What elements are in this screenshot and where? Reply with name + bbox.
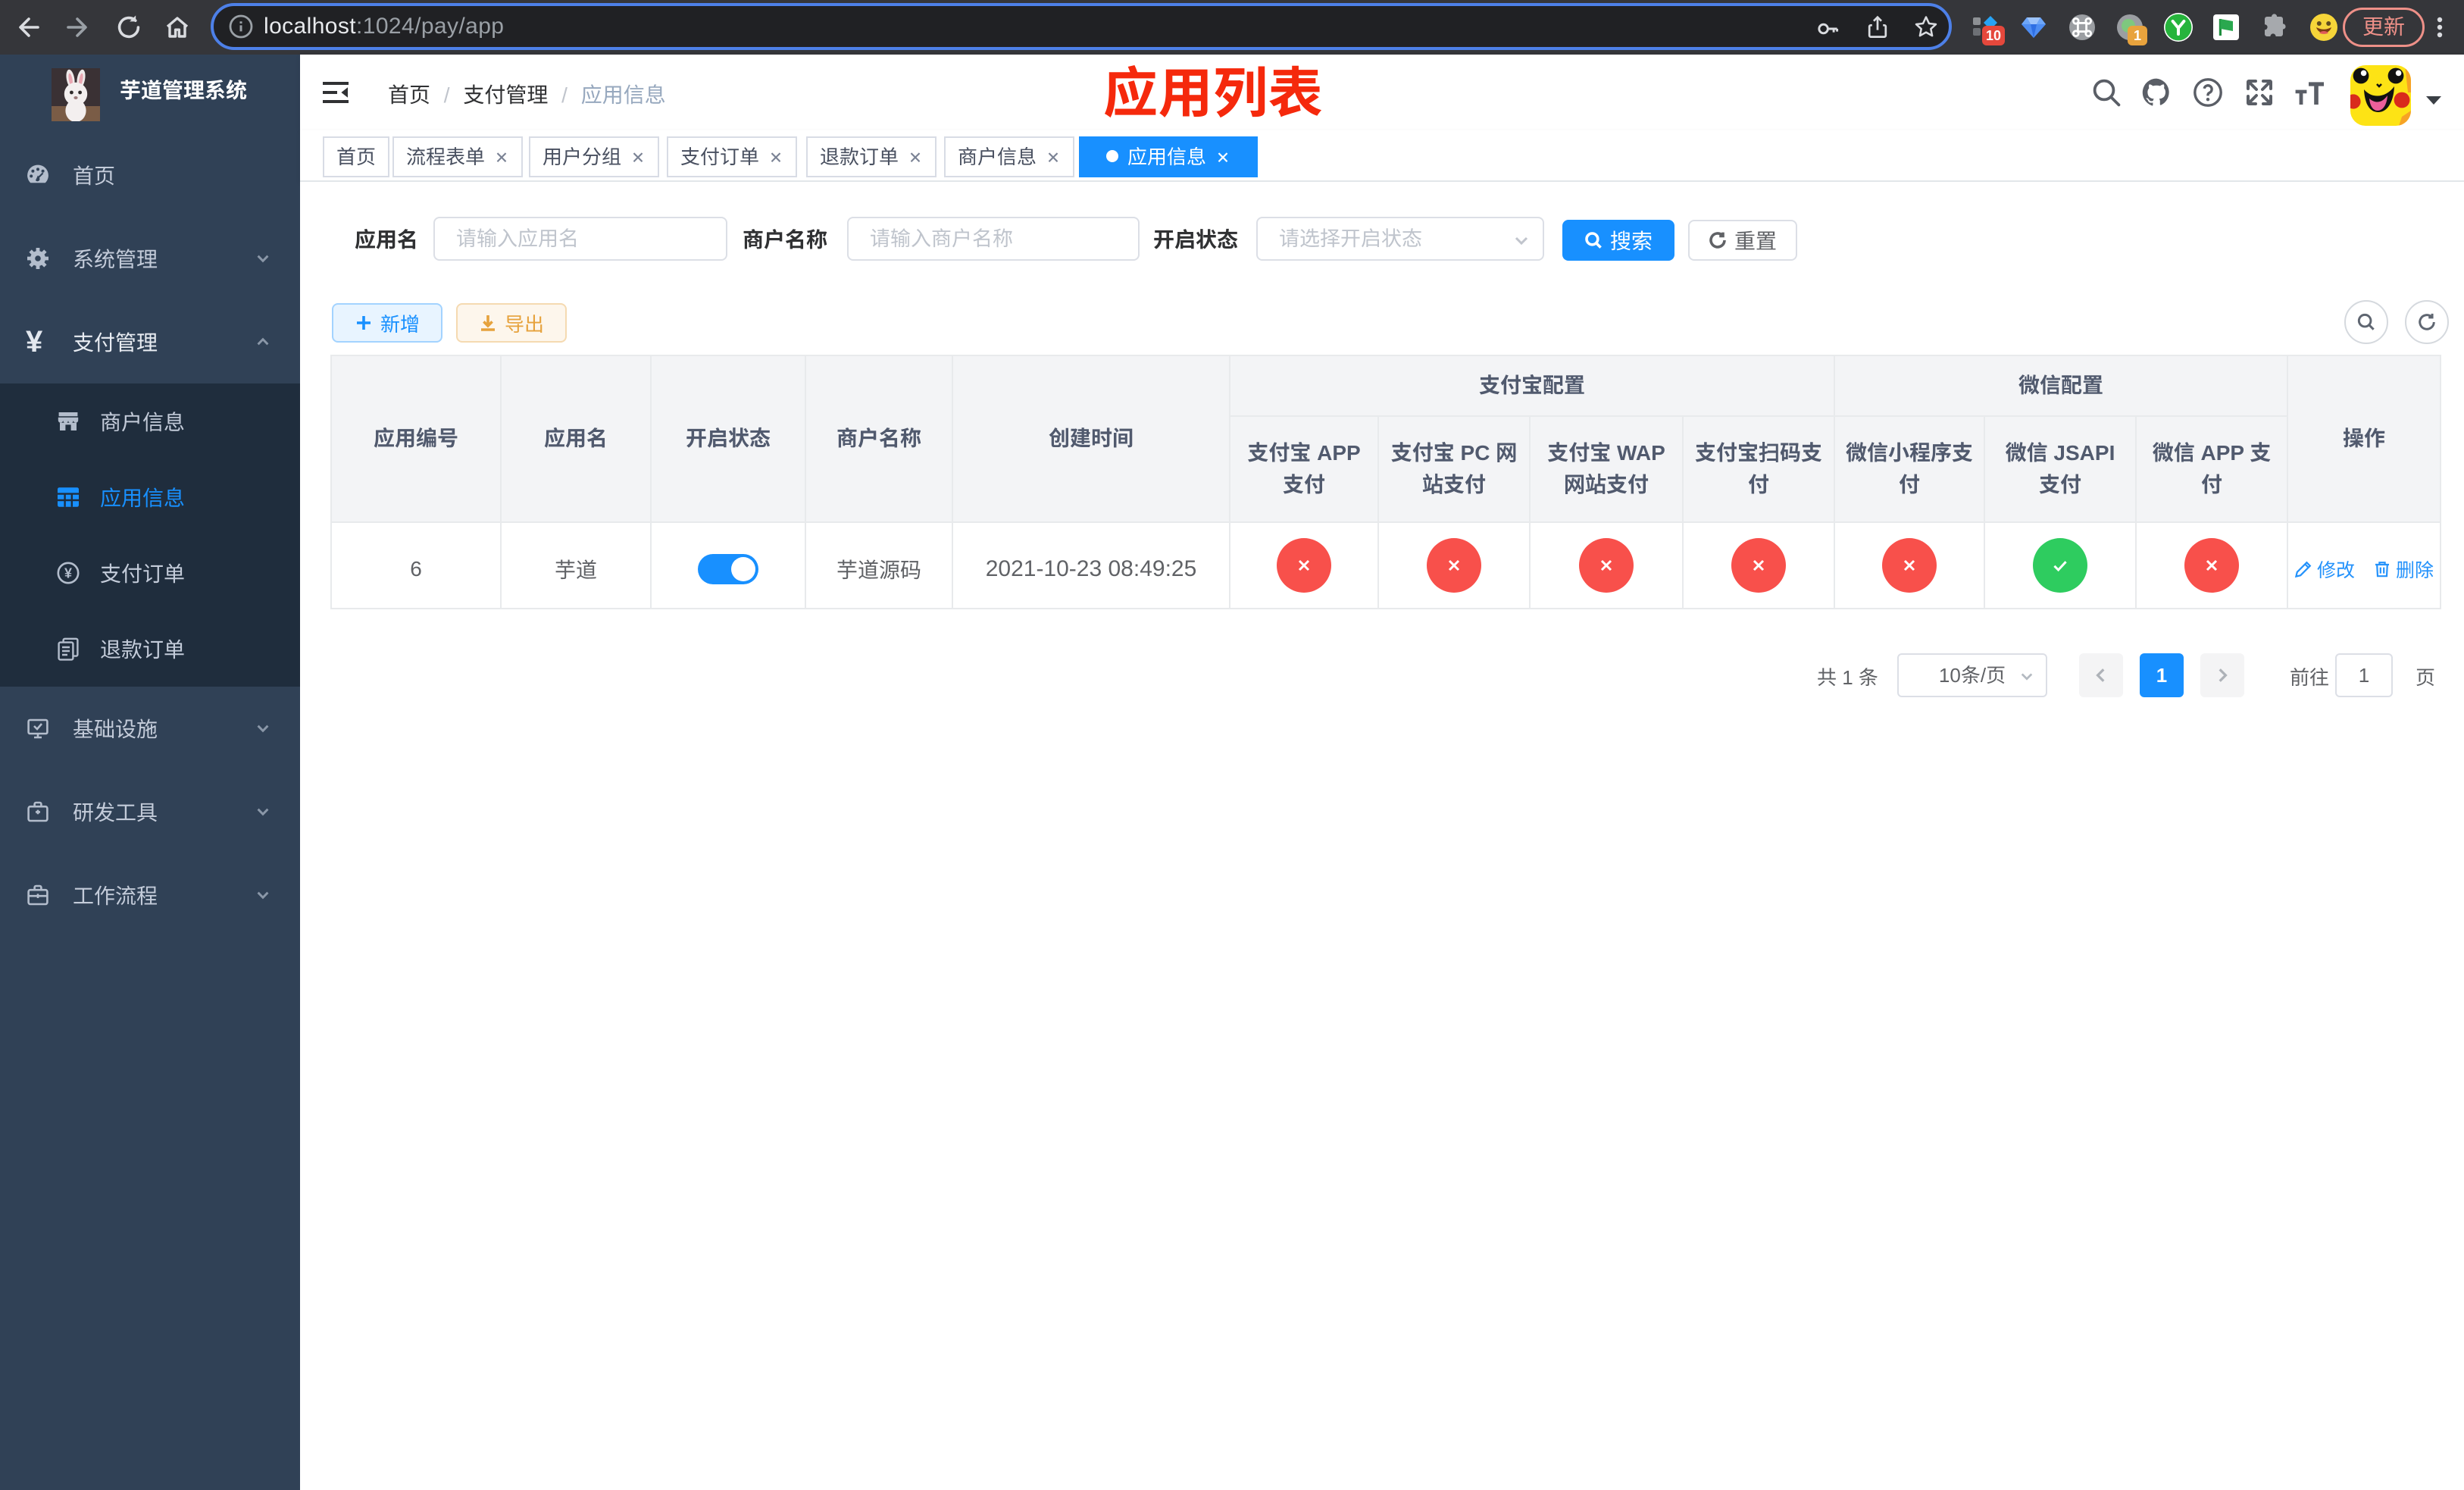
svg-text:¥: ¥	[64, 565, 72, 581]
